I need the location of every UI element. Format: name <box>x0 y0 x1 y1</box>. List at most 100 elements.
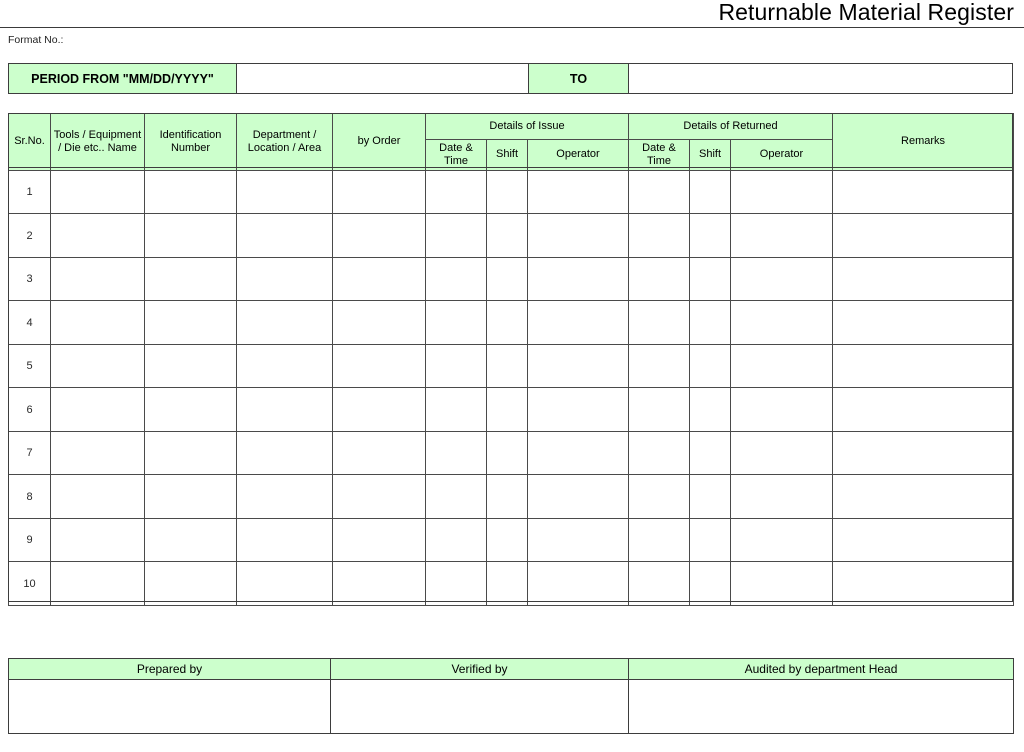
cell-identification-number[interactable] <box>144 256 237 302</box>
cell-issue-operator[interactable] <box>527 213 629 258</box>
cell-returned-date-time[interactable] <box>628 561 690 606</box>
cell-by-order[interactable] <box>332 256 426 302</box>
cell-returned-operator[interactable] <box>729 213 834 258</box>
cell-issue-shift[interactable] <box>486 256 528 302</box>
cell-tool-name[interactable] <box>50 517 145 563</box>
cell-returned-operator[interactable] <box>729 561 834 606</box>
cell-issue-operator[interactable] <box>527 517 629 563</box>
cell-returned-shift[interactable] <box>689 256 731 302</box>
cell-issue-date-time[interactable] <box>425 343 487 389</box>
cell-returned-date-time[interactable] <box>628 256 690 302</box>
cell-issue-date-time[interactable] <box>425 169 487 215</box>
cell-issue-date-time[interactable] <box>425 561 487 606</box>
cell-tool-name[interactable] <box>50 343 145 389</box>
cell-returned-shift[interactable] <box>689 517 731 563</box>
cell-returned-operator[interactable] <box>729 517 834 563</box>
cell-returned-shift[interactable] <box>689 430 731 476</box>
cell-issue-shift[interactable] <box>486 300 528 345</box>
cell-remarks[interactable] <box>832 300 1015 345</box>
cell-by-order[interactable] <box>332 213 426 258</box>
cell-issue-date-time[interactable] <box>425 517 487 563</box>
cell-department[interactable] <box>236 256 333 302</box>
cell-identification-number[interactable] <box>144 213 237 258</box>
cell-tool-name[interactable] <box>50 256 145 302</box>
period-to-input[interactable] <box>629 64 1012 93</box>
cell-returned-date-time[interactable] <box>628 430 690 476</box>
cell-returned-date-time[interactable] <box>628 474 690 519</box>
cell-tool-name[interactable] <box>50 169 145 215</box>
cell-issue-operator[interactable] <box>527 343 629 389</box>
cell-by-order[interactable] <box>332 474 426 519</box>
cell-issue-operator[interactable] <box>527 474 629 519</box>
cell-identification-number[interactable] <box>144 343 237 389</box>
cell-issue-shift[interactable] <box>486 561 528 606</box>
cell-identification-number[interactable] <box>144 387 237 432</box>
cell-issue-shift[interactable] <box>486 387 528 432</box>
cell-returned-operator[interactable] <box>729 343 834 389</box>
cell-returned-operator[interactable] <box>729 474 834 519</box>
cell-tool-name[interactable] <box>50 430 145 476</box>
cell-tool-name[interactable] <box>50 561 145 606</box>
cell-returned-shift[interactable] <box>689 213 731 258</box>
cell-remarks[interactable] <box>832 561 1015 606</box>
cell-identification-number[interactable] <box>144 169 237 215</box>
cell-issue-operator[interactable] <box>527 430 629 476</box>
cell-issue-operator[interactable] <box>527 300 629 345</box>
cell-returned-shift[interactable] <box>689 387 731 432</box>
signature-field-2[interactable] <box>330 679 629 734</box>
cell-by-order[interactable] <box>332 517 426 563</box>
cell-identification-number[interactable] <box>144 517 237 563</box>
cell-remarks[interactable] <box>832 343 1015 389</box>
cell-issue-shift[interactable] <box>486 169 528 215</box>
cell-department[interactable] <box>236 387 333 432</box>
cell-by-order[interactable] <box>332 387 426 432</box>
cell-returned-shift[interactable] <box>689 474 731 519</box>
cell-identification-number[interactable] <box>144 300 237 345</box>
cell-by-order[interactable] <box>332 561 426 606</box>
cell-tool-name[interactable] <box>50 387 145 432</box>
cell-tool-name[interactable] <box>50 300 145 345</box>
cell-issue-operator[interactable] <box>527 256 629 302</box>
cell-issue-operator[interactable] <box>527 561 629 606</box>
cell-returned-shift[interactable] <box>689 561 731 606</box>
cell-returned-operator[interactable] <box>729 430 834 476</box>
cell-issue-operator[interactable] <box>527 169 629 215</box>
cell-identification-number[interactable] <box>144 430 237 476</box>
cell-issue-shift[interactable] <box>486 474 528 519</box>
cell-returned-operator[interactable] <box>729 387 834 432</box>
cell-returned-shift[interactable] <box>689 169 731 215</box>
cell-department[interactable] <box>236 517 333 563</box>
cell-by-order[interactable] <box>332 343 426 389</box>
cell-returned-shift[interactable] <box>689 343 731 389</box>
cell-returned-date-time[interactable] <box>628 387 690 432</box>
cell-returned-date-time[interactable] <box>628 213 690 258</box>
cell-by-order[interactable] <box>332 430 426 476</box>
cell-issue-shift[interactable] <box>486 343 528 389</box>
cell-returned-date-time[interactable] <box>628 517 690 563</box>
cell-department[interactable] <box>236 474 333 519</box>
cell-department[interactable] <box>236 213 333 258</box>
cell-returned-shift[interactable] <box>689 300 731 345</box>
cell-issue-operator[interactable] <box>527 387 629 432</box>
cell-identification-number[interactable] <box>144 474 237 519</box>
cell-issue-date-time[interactable] <box>425 256 487 302</box>
cell-remarks[interactable] <box>832 169 1015 215</box>
cell-by-order[interactable] <box>332 300 426 345</box>
cell-issue-date-time[interactable] <box>425 474 487 519</box>
cell-remarks[interactable] <box>832 517 1015 563</box>
cell-returned-operator[interactable] <box>729 300 834 345</box>
cell-returned-date-time[interactable] <box>628 343 690 389</box>
cell-remarks[interactable] <box>832 387 1015 432</box>
cell-returned-date-time[interactable] <box>628 300 690 345</box>
cell-returned-date-time[interactable] <box>628 169 690 215</box>
cell-issue-date-time[interactable] <box>425 213 487 258</box>
signature-field-1[interactable] <box>8 679 331 734</box>
cell-tool-name[interactable] <box>50 213 145 258</box>
cell-issue-shift[interactable] <box>486 517 528 563</box>
cell-department[interactable] <box>236 430 333 476</box>
cell-remarks[interactable] <box>832 213 1015 258</box>
cell-issue-date-time[interactable] <box>425 300 487 345</box>
cell-issue-shift[interactable] <box>486 430 528 476</box>
cell-issue-date-time[interactable] <box>425 387 487 432</box>
cell-issue-shift[interactable] <box>486 213 528 258</box>
